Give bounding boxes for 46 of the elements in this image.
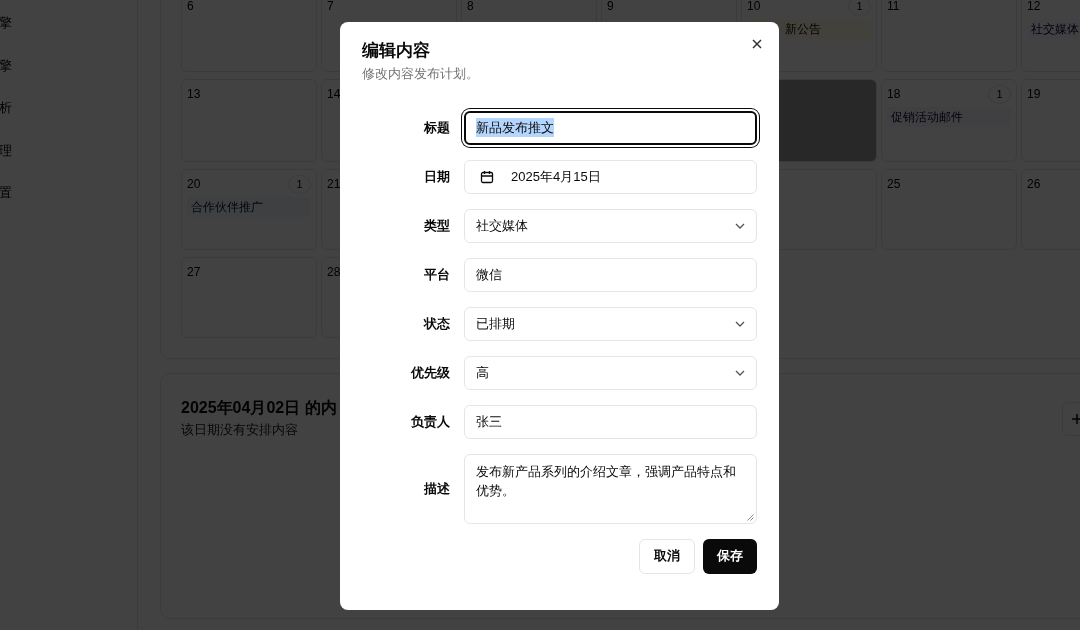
text-field[interactable]: 微信: [464, 257, 757, 292]
textarea-field[interactable]: 发布新产品系列的介绍文章，强调产品特点和优势。: [464, 453, 757, 524]
day-number: 21: [327, 176, 341, 193]
dialog-subtitle: 修改内容发布计划。: [362, 65, 480, 83]
chevron-down-icon: [735, 369, 745, 376]
close-icon: [751, 38, 763, 50]
field-label: 日期: [423, 167, 450, 186]
day-number: 7: [327, 0, 334, 15]
chevron-down-icon: [735, 320, 745, 327]
dialog-title: 编辑内容: [362, 40, 431, 62]
field-label: 优先级: [409, 363, 450, 382]
day-number: 19: [1027, 86, 1041, 103]
day-number: 11: [887, 0, 900, 15]
field-label: 类型: [423, 216, 450, 235]
day-number: 6: [187, 0, 194, 15]
resize-grip-icon[interactable]: [747, 513, 754, 521]
text-field[interactable]: 张三: [464, 404, 757, 439]
day-number: 28: [327, 264, 341, 281]
day-number: 12: [1027, 0, 1041, 15]
field-label: 平台: [423, 265, 450, 284]
select-field[interactable]: 社交媒体: [464, 208, 757, 243]
day-number: 25: [887, 176, 901, 193]
day-number: 9: [607, 0, 614, 15]
select-field[interactable]: 高: [464, 355, 757, 390]
day-number: 13: [187, 86, 201, 103]
day-number: 10: [747, 0, 761, 15]
sidebar-item[interactable]: 擎: [0, 13, 12, 33]
sidebar-item[interactable]: 擎: [0, 55, 12, 75]
date-field[interactable]: 2025年4月15日: [464, 159, 757, 194]
day-number: 26: [1027, 176, 1041, 193]
save-button[interactable]: 保存: [703, 538, 757, 574]
field-label: 标题: [423, 118, 450, 137]
panel-title: 2025年04月02日 的内: [181, 398, 337, 418]
field-label: 状态: [422, 314, 450, 333]
day-number: 18: [887, 86, 901, 103]
day-number: 8: [467, 0, 474, 15]
text-field[interactable]: 新品发布推文: [464, 110, 757, 145]
select-field[interactable]: 已排期: [464, 306, 757, 341]
calendar-icon: [480, 169, 494, 184]
chevron-down-icon: [735, 222, 745, 229]
cancel-button[interactable]: 取消: [639, 538, 695, 574]
field-label: 描述: [423, 479, 450, 498]
day-number: 27: [187, 264, 201, 281]
day-number: 14: [327, 86, 341, 103]
field-label: 负责人: [410, 412, 450, 431]
day-number: 20: [187, 176, 201, 193]
